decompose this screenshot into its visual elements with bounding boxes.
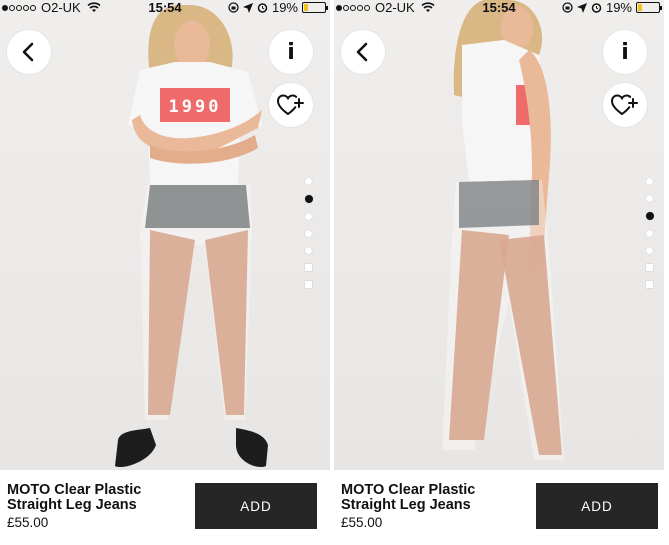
product-screen-front: 1990 O2-UK 15:54 19% i MOTO Clear Plasti… <box>0 0 330 545</box>
back-button[interactable] <box>7 30 51 74</box>
product-name: MOTO Clear Plastic Straight Leg Jeans <box>341 482 476 513</box>
info-icon: i <box>621 39 629 65</box>
pager-dot[interactable] <box>305 247 312 254</box>
image-pager[interactable] <box>304 178 313 288</box>
status-bar: O2-UK 15:54 19% <box>0 0 330 16</box>
add-to-bag-button[interactable]: ADD <box>536 483 658 529</box>
product-price: £55.00 <box>341 515 383 530</box>
pager-dot[interactable] <box>646 281 653 288</box>
rotation-lock-icon <box>228 2 239 13</box>
pager-dot[interactable] <box>305 213 312 220</box>
info-button[interactable]: i <box>269 30 313 74</box>
alarm-icon <box>591 3 602 13</box>
battery-icon <box>636 2 662 13</box>
chevron-left-icon <box>356 42 368 62</box>
pager-dot[interactable] <box>305 230 312 237</box>
location-arrow-icon <box>576 2 587 13</box>
pager-dot[interactable] <box>305 264 312 271</box>
wishlist-button[interactable] <box>603 83 647 127</box>
heart-plus-icon <box>611 94 638 115</box>
pager-dot[interactable] <box>646 230 653 237</box>
product-bar: MOTO Clear Plastic Straight Leg Jeans £5… <box>0 470 330 545</box>
info-button[interactable]: i <box>603 30 647 74</box>
product-name: MOTO Clear Plastic Straight Leg Jeans <box>7 482 142 513</box>
pager-dot[interactable] <box>646 247 653 254</box>
product-bar: MOTO Clear Plastic Straight Leg Jeans £5… <box>334 470 664 545</box>
battery-percent: 19% <box>271 0 298 15</box>
pager-dot-active[interactable] <box>304 195 313 203</box>
heart-plus-icon <box>277 94 304 115</box>
battery-percent: 19% <box>605 0 632 15</box>
info-icon: i <box>287 39 295 65</box>
product-screen-side: O2-UK 15:54 19% i MOTO Clear Plastic Str… <box>334 0 664 545</box>
pager-dot[interactable] <box>646 264 653 271</box>
wishlist-button[interactable] <box>269 83 313 127</box>
pager-dot[interactable] <box>646 195 653 202</box>
rotation-lock-icon <box>562 2 573 13</box>
image-pager[interactable] <box>645 178 654 288</box>
chevron-left-icon <box>22 42 34 62</box>
pager-dot[interactable] <box>305 178 312 185</box>
back-button[interactable] <box>341 30 385 74</box>
status-bar: O2-UK 15:54 19% <box>334 0 664 16</box>
product-price: £55.00 <box>7 515 49 530</box>
location-arrow-icon <box>242 2 253 13</box>
pager-dot-active[interactable] <box>645 212 654 220</box>
status-right: 19% <box>562 0 662 15</box>
alarm-icon <box>257 3 268 13</box>
pager-dot[interactable] <box>305 281 312 288</box>
battery-icon <box>302 2 328 13</box>
pager-dot[interactable] <box>646 178 653 185</box>
add-to-bag-button[interactable]: ADD <box>195 483 317 529</box>
status-right: 19% <box>228 0 328 15</box>
